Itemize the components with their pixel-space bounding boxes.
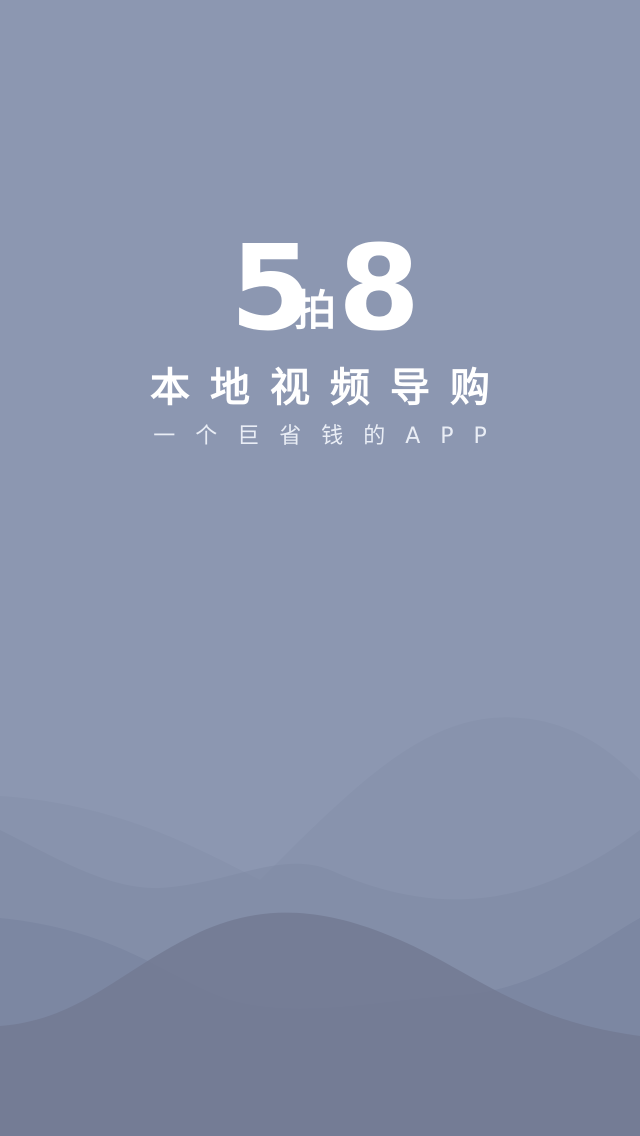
tagline: 本地视频导购 [150, 365, 510, 411]
logo-digit-8: 8 [338, 219, 420, 357]
app-logo: 5 拍 8 [0, 228, 640, 348]
subline: 一个巨省钱的APP [153, 424, 507, 449]
logo-char-pai: 拍 [294, 286, 337, 335]
splash-screen: 5 拍 8 本地视频导购 一个巨省钱的APP [0, 0, 640, 1136]
decorative-waves [0, 717, 640, 1136]
